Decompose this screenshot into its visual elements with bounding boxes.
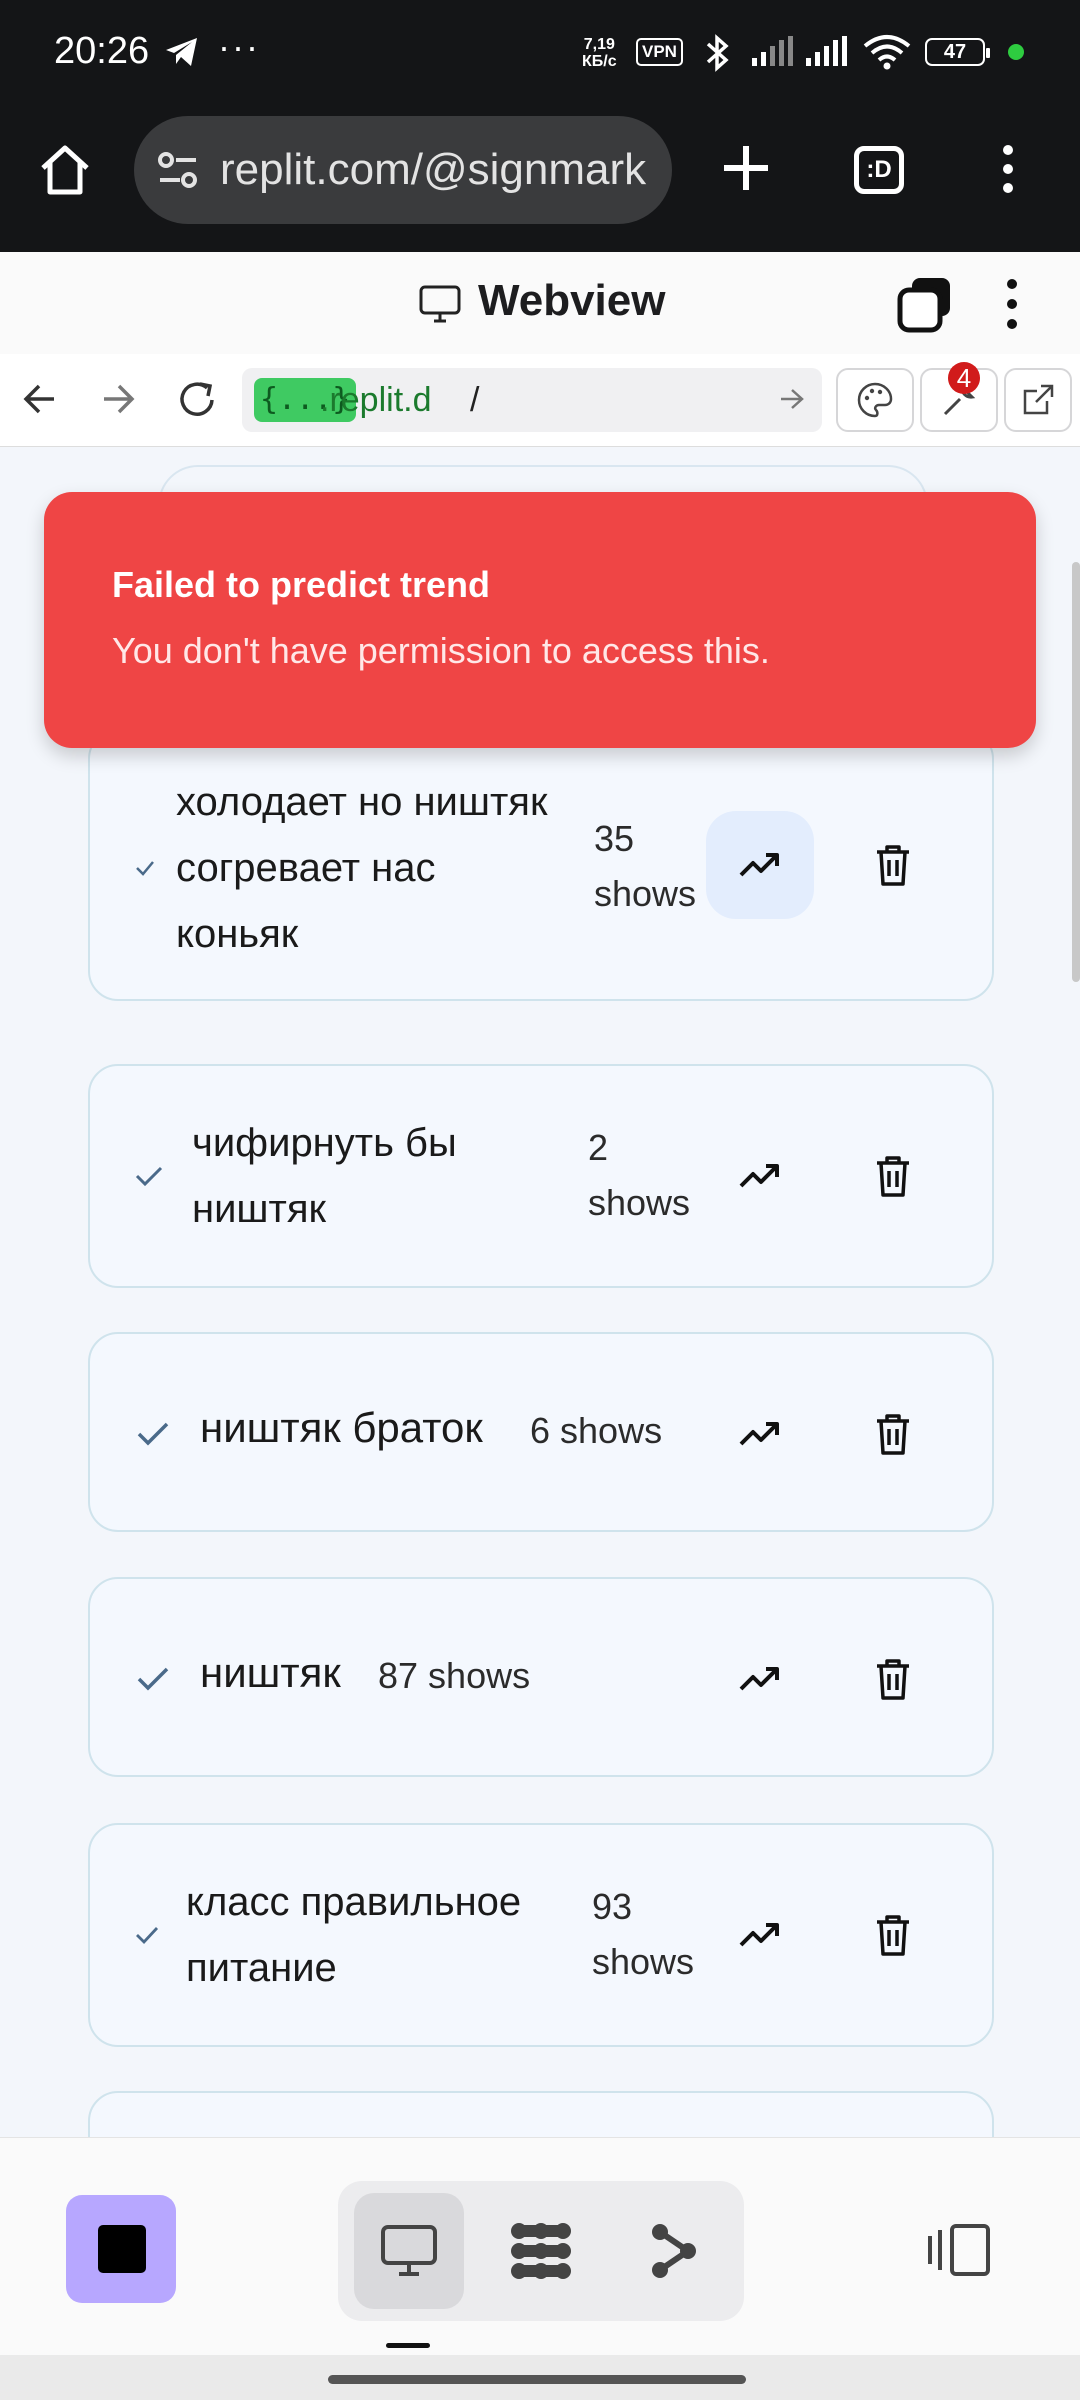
devtools-error-badge: 4 [948,362,980,394]
list-item: ништяк браток 6 shows [88,1332,994,1532]
go-arrow-icon[interactable] [778,386,806,412]
privacy-dot [1008,44,1024,60]
status-time: 20:26 [54,30,150,72]
toast-title: Failed to predict trend [112,564,491,605]
view-switcher [338,2181,744,2321]
site-settings-icon[interactable] [156,148,200,192]
shows-count: 93 shows [592,1886,695,1982]
phrase-text: ништяк [200,1649,341,1696]
delete-icon[interactable] [874,1154,912,1198]
stop-button[interactable] [66,2195,176,2303]
phrase-text: чифирнуть бы ништяк [192,1121,457,1231]
trending-up-icon [739,853,779,877]
home-icon[interactable] [38,144,92,196]
tab-switcher-button[interactable]: :D [854,146,904,194]
status-bar: 20:26 ··· 7,19 КБ/с VPN 47 [0,0,1080,110]
monitor-icon [381,2225,437,2276]
vpn-badge: VPN [636,38,683,66]
phrase-text: холодает но ништяк согревает нас коньяк [176,780,548,956]
shows-count: 2 shows [588,1127,691,1223]
home-gesture-handle[interactable] [328,2375,746,2384]
monitor-icon [419,285,461,323]
shows-count: 6 shows [530,1410,663,1451]
webview-host: .replit.d [320,381,432,419]
webview-path: / [470,381,480,419]
list-item [88,2091,994,2137]
wifi-icon [863,35,911,70]
network-speed: 7,19 КБ/с [582,36,617,70]
webview-tab[interactable] [354,2193,464,2309]
grid-blocks-icon [511,2223,571,2279]
check-icon[interactable] [136,1665,170,1693]
delete-icon[interactable] [874,1913,912,1957]
check-icon[interactable] [134,1164,164,1188]
check-icon[interactable] [134,1925,160,1945]
list-item: ништяк 87 shows [88,1577,994,1777]
branch-icon [652,2224,696,2278]
theme-button[interactable] [836,368,914,432]
open-external-button[interactable] [1004,368,1072,432]
webview-url-input[interactable]: {...} .replit.d / [242,368,822,432]
predict-trend-button[interactable] [706,1122,814,1230]
predict-trend-button[interactable] [706,1380,814,1488]
new-tab-icon[interactable] [716,138,776,198]
webview-header: Webview [0,252,1080,355]
external-link-icon [1023,384,1054,415]
trending-up-icon [739,1667,779,1691]
list-item: чифирнуть бы ништяк 2 shows [88,1064,994,1288]
workspace-tab[interactable] [486,2193,596,2309]
reload-icon[interactable] [176,380,218,420]
shows-count: 87 shows [378,1655,531,1696]
predict-trend-button[interactable] [706,811,814,919]
check-icon[interactable] [134,859,156,877]
error-toast[interactable]: Failed to predict trend You don't have p… [44,492,1036,748]
phrase-text: ништяк браток [200,1404,483,1451]
trending-up-icon [739,1422,779,1446]
back-arrow-icon[interactable] [22,382,58,416]
signal-sim2-icon [806,36,847,66]
more-notifications-icon: ··· [218,26,260,67]
active-tab-indicator [386,2343,430,2348]
split-pane-icon[interactable] [926,2222,992,2278]
forward-arrow-icon[interactable] [100,382,136,416]
list-item: класс правильное питание 93 shows [88,1823,994,2047]
check-icon[interactable] [136,1420,170,1448]
open-new-pane-icon[interactable] [896,276,954,334]
phrase-text: класс правильное питание [186,1880,522,1990]
system-nav-bar [0,2355,1080,2400]
trending-up-icon [739,1923,779,1947]
predict-trend-button[interactable] [706,1625,814,1733]
browser-menu-icon[interactable] [1000,144,1016,194]
network-speed-value: 7,19 [583,36,615,53]
toast-message: You don't have permission to access this… [112,630,770,671]
delete-icon[interactable] [874,843,912,887]
scrollbar-thumb[interactable] [1072,562,1080,982]
webview-address-row: {...} .replit.d / 4 [0,354,1080,447]
delete-icon[interactable] [874,1412,912,1456]
palette-icon [857,382,893,418]
replit-bottom-toolbar [0,2137,1080,2356]
list-item: холодает но ништяк согревает нас коньяк … [88,729,994,1001]
predict-trend-button[interactable] [706,1881,814,1989]
trending-up-icon [739,1164,779,1188]
webview-title: Webview [478,276,666,325]
browser-url-bar[interactable]: replit.com/@signmark [134,116,672,224]
network-speed-unit: КБ/с [582,53,617,70]
battery-indicator: 47 [925,38,990,66]
git-tab[interactable] [618,2193,728,2309]
signal-sim1-icon [752,36,793,66]
telegram-icon [166,38,197,66]
shows-count: 35 shows [594,818,697,914]
webview-menu-icon[interactable] [1004,278,1020,330]
browser-toolbar: replit.com/@signmark :D [0,110,1080,252]
bluetooth-icon [706,34,729,72]
browser-url-text: replit.com/@signmark [220,145,647,194]
delete-icon[interactable] [874,1657,912,1701]
